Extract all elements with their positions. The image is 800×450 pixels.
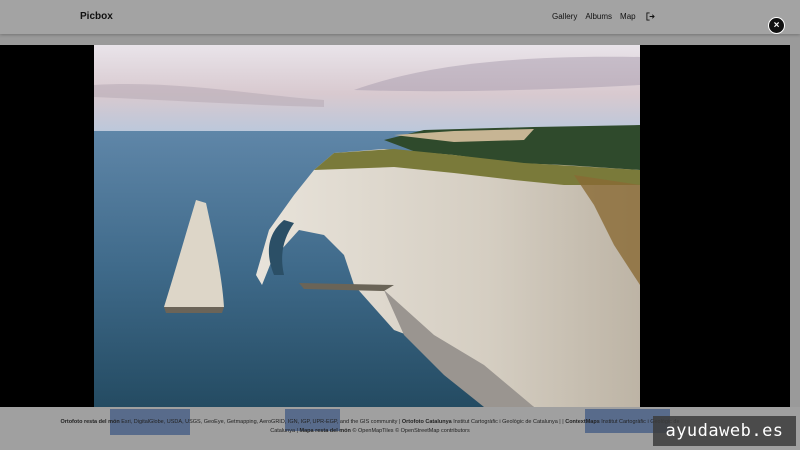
photo-viewer [0, 45, 790, 407]
close-viewer-button[interactable]: × [769, 18, 784, 33]
attribution-text: Esri, DigitalGlobe, USDA, USGS, GeoEye, … [121, 419, 401, 425]
attribution-title: Mapa resta del món [299, 428, 351, 434]
attribution-title: ContextMaps [565, 419, 600, 425]
brand-logo[interactable]: Picbox [80, 11, 113, 22]
nav-map-link[interactable]: Map [620, 12, 636, 21]
nav-links: Gallery Albums Map [552, 12, 655, 21]
attribution-title: Ortofoto resta del món [60, 419, 120, 425]
watermark: ayudaweb.es [653, 416, 796, 446]
nav-gallery-link[interactable]: Gallery [552, 12, 577, 21]
logout-icon[interactable] [646, 12, 655, 21]
map-attribution: Ortofoto resta del món Esri, DigitalGlob… [60, 418, 680, 436]
top-navbar: Picbox Gallery Albums Map [0, 0, 800, 34]
cliff-photo [94, 45, 640, 407]
attribution-text: © OpenMapTiles © OpenStreetMap contribut… [352, 428, 470, 434]
nav-albums-link[interactable]: Albums [585, 12, 612, 21]
attribution-title: Ortofoto Catalunya [401, 419, 452, 425]
attribution-text: Institut Cartogràfic i Geològic de Catal… [453, 419, 564, 425]
